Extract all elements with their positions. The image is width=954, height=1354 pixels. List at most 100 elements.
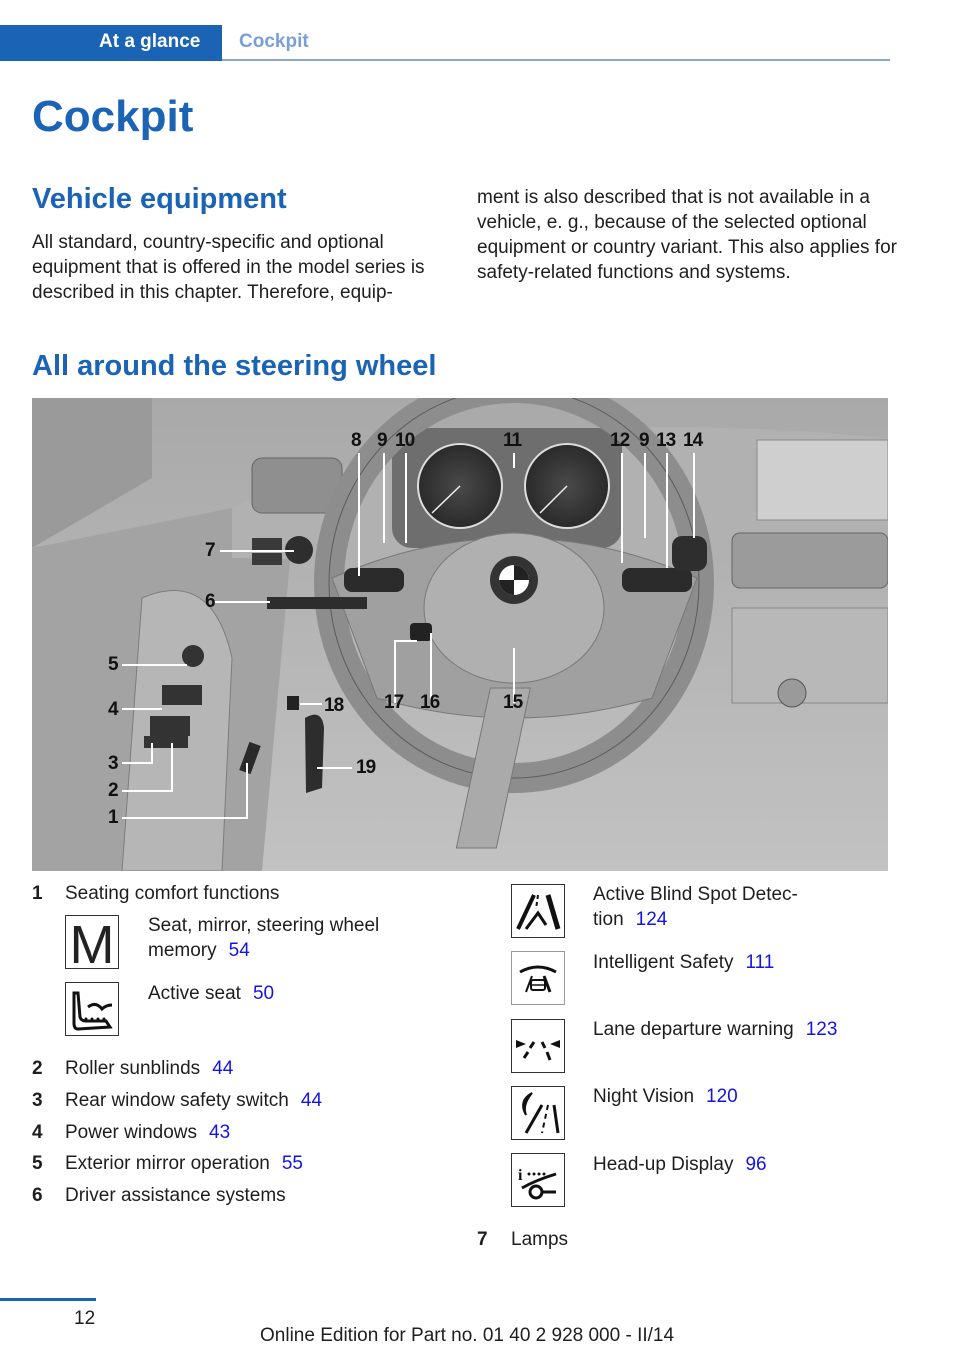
legend-sub-head-up-display: Head-up Display 96	[593, 1152, 767, 1177]
legend-label-seating-comfort: Seating comfort functions	[65, 883, 280, 904]
edition-note: Online Edition for Part no. 01 40 2 928 …	[260, 1325, 675, 1346]
head-up-display-icon: i	[511, 1153, 565, 1207]
legend-item-exterior-mirror: Exterior mirror operation 55	[65, 1151, 303, 1176]
footer-rule	[0, 1298, 96, 1301]
page-link-96[interactable]: 96	[745, 1154, 766, 1175]
center-controls	[731, 607, 888, 704]
night-vision-icon	[511, 1086, 565, 1140]
callout-18: 18	[324, 695, 344, 716]
callout-4: 4	[108, 699, 119, 720]
active-seat-label: Active seat	[148, 983, 241, 1004]
mirror-control	[182, 645, 204, 667]
head-up-display-label: Head-up Display	[593, 1154, 734, 1175]
svg-text:M: M	[70, 916, 115, 968]
light-button-1	[252, 538, 282, 550]
steering-wheel-heading: All around the steering wheel	[32, 350, 437, 382]
callout-1: 1	[108, 807, 119, 828]
page-link-123[interactable]: 123	[806, 1019, 838, 1040]
exterior-mirror-label: Exterior mirror operation	[65, 1153, 270, 1174]
safety-switch	[144, 736, 188, 748]
page-link-111[interactable]: 111	[745, 952, 774, 973]
svg-text:i: i	[518, 1167, 523, 1184]
callout-9-right: 9	[639, 430, 650, 451]
night-vision-label: Night Vision	[593, 1086, 695, 1107]
window-switches-rear	[150, 716, 190, 736]
legend-item-roller-sunblinds: Roller sunblinds 44	[65, 1056, 233, 1081]
active-seat-icon	[65, 982, 119, 1036]
left-stalk	[344, 568, 404, 592]
page-link-55[interactable]: 55	[282, 1153, 303, 1174]
right-stalk	[622, 568, 692, 592]
blind-spot-icon	[511, 884, 565, 938]
rear-window-safety-label: Rear window safety switch	[65, 1090, 289, 1111]
memory-label-line2: memory	[148, 940, 217, 961]
callout-8: 8	[351, 430, 362, 451]
driver-assistance-buttons	[267, 597, 367, 609]
central-display	[756, 439, 888, 521]
lane-departure-icon	[511, 1019, 565, 1073]
page-link-120[interactable]: 120	[706, 1086, 738, 1107]
lane-departure-label: Lane departure warning	[593, 1019, 794, 1040]
hood-release	[287, 696, 299, 710]
callout-13: 13	[656, 430, 676, 451]
center-air-vent	[731, 532, 888, 589]
callout-7: 7	[205, 540, 216, 561]
legend-sub-memory: Seat, mirror, steering wheel memory 54	[148, 913, 379, 963]
page-link-54[interactable]: 54	[229, 940, 250, 961]
page-link-124[interactable]: 124	[636, 909, 668, 930]
light-button-2	[252, 553, 282, 565]
page-link-44-sunblinds[interactable]: 44	[212, 1058, 233, 1079]
callout-9-left: 9	[377, 430, 388, 451]
legend-number-5: 5	[32, 1153, 43, 1174]
page-title: Cockpit	[32, 92, 194, 141]
cockpit-drawing	[32, 398, 888, 871]
memory-label-line1: Seat, mirror, steering wheel	[148, 915, 380, 936]
callout-3: 3	[108, 753, 119, 774]
legend-number-3: 3	[32, 1090, 43, 1111]
blind-spot-label-line1: Active Blind Spot Detec-	[593, 884, 798, 905]
callout-6: 6	[205, 591, 216, 612]
page-number: 12	[74, 1308, 96, 1329]
callout-15: 15	[503, 692, 523, 713]
callout-12: 12	[610, 430, 630, 451]
legend-number-7: 7	[477, 1229, 488, 1250]
memory-m-icon: M	[65, 915, 119, 969]
vehicle-equipment-text-left: All standard, country-specific and optio…	[32, 232, 425, 303]
page-link-44-safety[interactable]: 44	[301, 1090, 322, 1111]
header-chapter-tab[interactable]: Cockpit	[239, 31, 309, 53]
callout-19: 19	[356, 757, 376, 778]
page-link-43[interactable]: 43	[209, 1122, 230, 1143]
console-knob	[777, 678, 807, 708]
page-link-50[interactable]: 50	[253, 983, 274, 1004]
paddle-shifter	[410, 623, 432, 641]
pedal-lever	[305, 714, 324, 793]
start-stop-button	[672, 536, 707, 571]
legend-item-driver-assistance: Driver assistance systems	[65, 1185, 286, 1206]
vehicle-equipment-heading: Vehicle equipment	[32, 183, 287, 215]
cockpit-illustration: 8 9 10 11 12 9 13 14 7 6 5 4 3 2 1 18 19…	[32, 398, 888, 871]
window-switches-front	[162, 685, 202, 705]
callout-11: 11	[503, 430, 522, 451]
legend-sub-lane-departure: Lane departure warning 123	[593, 1017, 837, 1042]
header-section-tab[interactable]: At a glance	[99, 31, 200, 53]
callout-10: 10	[395, 430, 415, 451]
vehicle-equipment-text-right: ment is also described that is not avail…	[477, 187, 897, 283]
legend-sub-night-vision: Night Vision 120	[593, 1084, 738, 1109]
legend-sub-blind-spot: Active Blind Spot Detec- tion 124	[593, 882, 798, 932]
callout-16: 16	[420, 692, 440, 713]
legend-number-6: 6	[32, 1185, 43, 1206]
callout-2: 2	[108, 780, 119, 801]
legend-number-2: 2	[32, 1058, 43, 1079]
legend-number-1: 1	[32, 883, 43, 904]
legend-sub-active-seat: Active seat 50	[148, 981, 274, 1006]
callout-17: 17	[384, 692, 404, 713]
intelligent-safety-icon	[511, 951, 565, 1005]
blind-spot-label-line2: tion	[593, 909, 624, 930]
legend-item-rear-window-safety: Rear window safety switch 44	[65, 1088, 322, 1113]
callout-5: 5	[108, 654, 119, 675]
legend-item-lamps: Lamps	[511, 1229, 569, 1250]
legend-number-4: 4	[32, 1122, 43, 1143]
header-rule	[222, 59, 890, 61]
roller-sunblinds-label: Roller sunblinds	[65, 1058, 201, 1079]
legend-sub-intelligent-safety: Intelligent Safety 111	[593, 950, 774, 975]
